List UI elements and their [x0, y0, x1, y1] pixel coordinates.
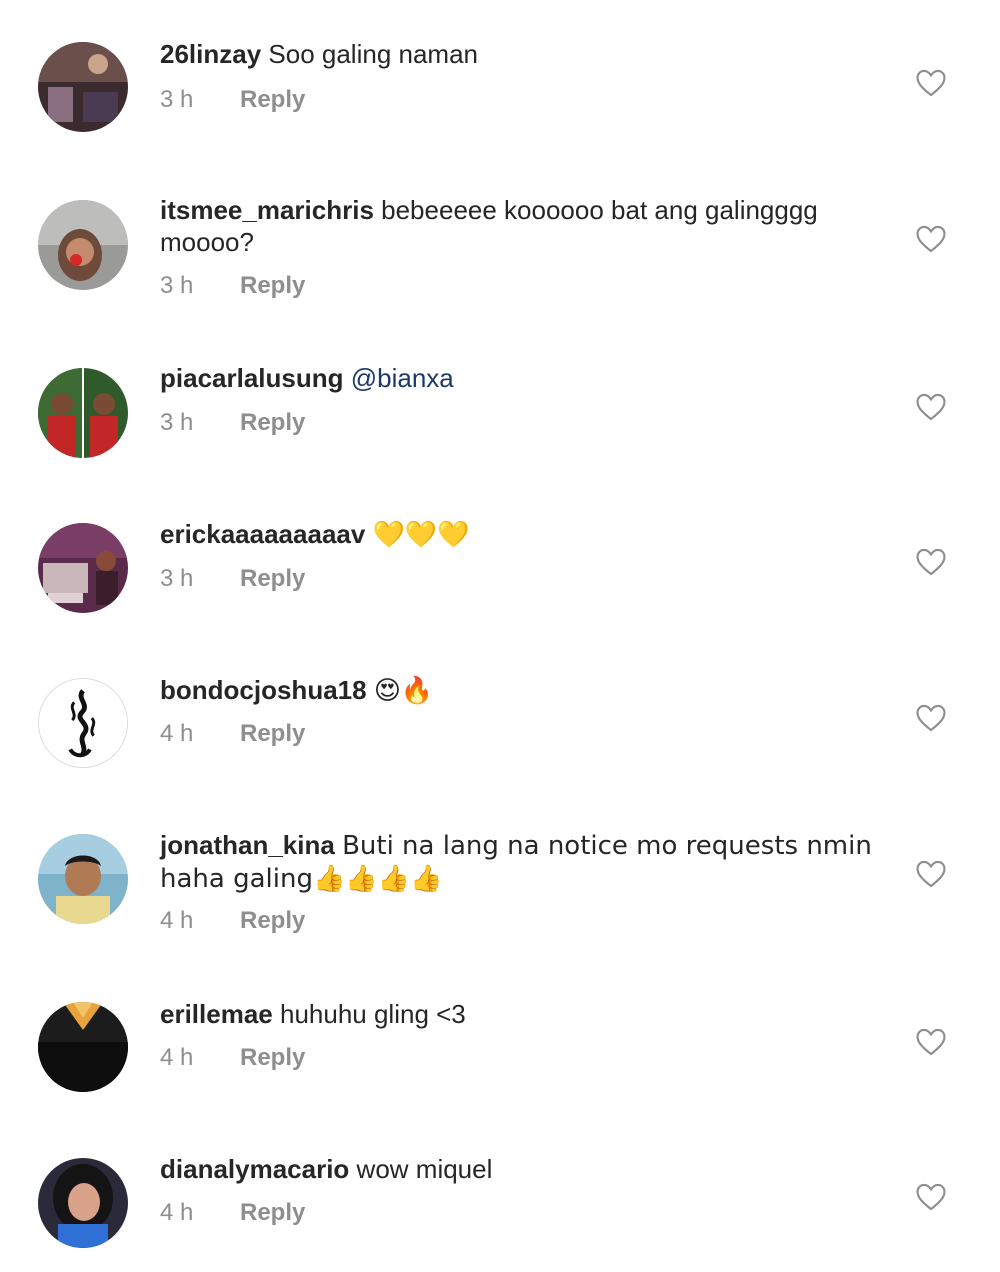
comment-body: 😍🔥: [373, 676, 434, 706]
timestamp: 4 h: [160, 1044, 194, 1071]
comment-meta: 3 h Reply: [160, 565, 305, 593]
reply-button[interactable]: Reply: [240, 565, 305, 593]
avatar[interactable]: [38, 523, 128, 613]
avatar[interactable]: [38, 678, 128, 768]
reply-button[interactable]: Reply: [240, 1044, 305, 1072]
timestamp: 4 h: [160, 720, 194, 747]
reply-button[interactable]: Reply: [240, 720, 305, 748]
heart-outline-icon[interactable]: [914, 545, 948, 579]
avatar[interactable]: [38, 200, 128, 290]
timestamp: 3 h: [160, 409, 194, 436]
timestamp: 3 h: [160, 86, 194, 113]
avatar[interactable]: [38, 834, 128, 924]
reply-button[interactable]: Reply: [240, 409, 305, 437]
reply-button[interactable]: Reply: [240, 907, 305, 935]
username-link[interactable]: itsmee_marichris: [160, 195, 374, 225]
username-link[interactable]: bondocjoshua18: [160, 675, 367, 705]
username-link[interactable]: erillemae: [160, 999, 273, 1029]
comment-meta: 4 h Reply: [160, 1044, 305, 1072]
comment-meta: 3 h Reply: [160, 86, 305, 114]
username-link[interactable]: piacarlalusung: [160, 363, 344, 393]
comment-meta: 4 h Reply: [160, 1199, 305, 1227]
timestamp: 4 h: [160, 1199, 194, 1226]
heart-outline-icon[interactable]: [914, 701, 948, 735]
comment-text: piacarlalusung @bianxa: [160, 362, 890, 394]
comment-meta: 4 h Reply: [160, 907, 305, 935]
comment-text: erickaaaaaaaaav 💛💛💛: [160, 518, 890, 551]
comment-text: jonathan_kina Buti na lang na notice mo …: [160, 829, 890, 895]
mention-link[interactable]: @bianxa: [351, 363, 454, 393]
heart-outline-icon[interactable]: [914, 1180, 948, 1214]
reply-button[interactable]: Reply: [240, 272, 305, 300]
comment-text: bondocjoshua18 😍🔥: [160, 674, 890, 707]
heart-outline-icon[interactable]: [914, 222, 948, 256]
timestamp: 3 h: [160, 565, 194, 592]
timestamp: 3 h: [160, 272, 194, 299]
username-link[interactable]: erickaaaaaaaaav: [160, 519, 365, 549]
comment-body: Soo galing naman: [268, 39, 479, 69]
heart-outline-icon[interactable]: [914, 1025, 948, 1059]
comment-body: wow miquel: [356, 1154, 493, 1184]
timestamp: 4 h: [160, 907, 194, 934]
heart-outline-icon[interactable]: [914, 390, 948, 424]
reply-button[interactable]: Reply: [240, 86, 305, 114]
comment-body: 💛💛💛: [372, 520, 470, 550]
avatar[interactable]: [38, 368, 128, 458]
username-link[interactable]: dianalymacario: [160, 1154, 349, 1184]
comment-text: dianalymacario wow miquel: [160, 1153, 890, 1185]
comment-text: 26linzay Soo galing naman: [160, 38, 890, 70]
username-link[interactable]: 26linzay: [160, 39, 261, 69]
comment-meta: 3 h Reply: [160, 272, 305, 300]
avatar[interactable]: [38, 42, 128, 132]
avatar[interactable]: [38, 1158, 128, 1248]
comment-text: erillemae huhuhu gling <3: [160, 998, 890, 1030]
comment-meta: 4 h Reply: [160, 720, 305, 748]
heart-outline-icon[interactable]: [914, 857, 948, 891]
comment-meta: 3 h Reply: [160, 409, 305, 437]
heart-outline-icon[interactable]: [914, 66, 948, 100]
comment-body: huhuhu gling <3: [279, 999, 466, 1029]
reply-button[interactable]: Reply: [240, 1199, 305, 1227]
comment-text: itsmee_marichris bebeeeee koooooo bat an…: [160, 194, 890, 258]
avatar[interactable]: [38, 1002, 128, 1092]
username-link[interactable]: jonathan_kina: [160, 830, 335, 860]
